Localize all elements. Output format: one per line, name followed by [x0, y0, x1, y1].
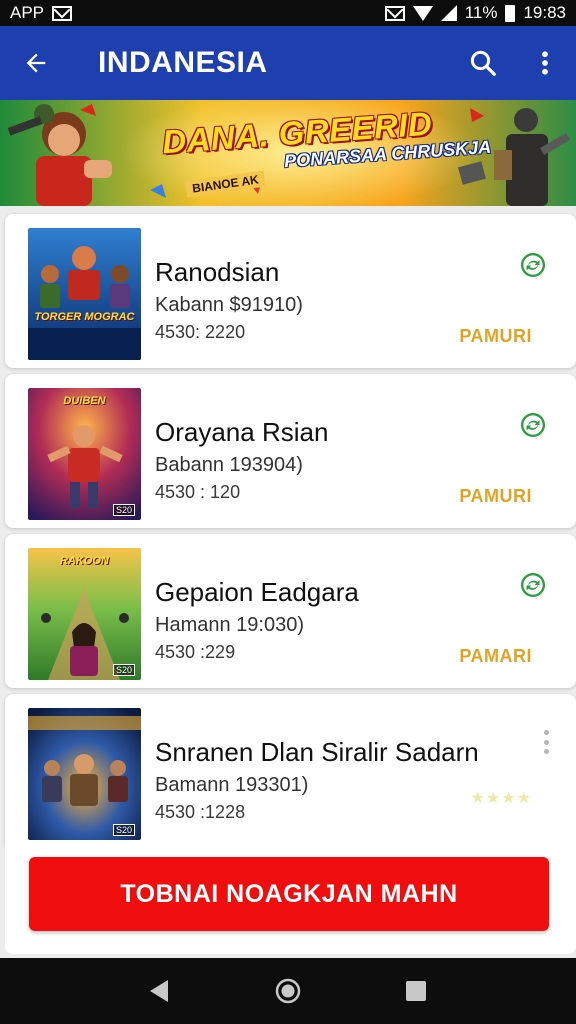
star-rating: ★★★★: [471, 788, 532, 808]
status-time: 19:83: [523, 3, 566, 22]
main-cta-button[interactable]: TOBNAI NOAGKJAN MAHN: [29, 857, 549, 931]
page-title: INDANESIA: [98, 46, 268, 79]
back-button[interactable]: [0, 26, 72, 100]
game-stats: 4530 : 120: [155, 482, 241, 502]
thumbnail-art: [28, 548, 141, 680]
status-bar: APP 11% 19:83: [0, 0, 576, 26]
game-thumbnail: TORGER MOGRAC: [28, 228, 141, 360]
status-carrier: APP: [10, 3, 45, 22]
dot: [543, 749, 549, 754]
dot: [543, 730, 549, 735]
game-title: Orayana Rsian: [155, 417, 329, 447]
game-thumbnail: RAKOON S20: [28, 548, 141, 680]
system-nav-bar: [0, 958, 576, 1024]
play-button[interactable]: PAMURI: [459, 326, 532, 347]
play-button[interactable]: PAMURI: [459, 486, 532, 507]
thumbnail-art: [28, 388, 141, 520]
game-stats: 4530: 2220: [155, 322, 246, 342]
arrow-left-icon: [26, 53, 46, 73]
nav-home-button[interactable]: [256, 966, 320, 1016]
thumbnail-badge: S20: [112, 504, 135, 516]
game-card[interactable]: S20 Snranen Dlan Siralir Sadarn Bamann 1…: [5, 694, 576, 846]
battery-icon: [505, 4, 516, 22]
thumbnail-badge: S20: [112, 664, 135, 676]
nav-back-icon: [150, 980, 168, 1002]
overflow-menu-button[interactable]: [514, 26, 576, 100]
sync-icon[interactable]: [520, 412, 546, 438]
status-right: 11% 19:83: [384, 3, 566, 23]
thumbnail-badge: S20: [112, 824, 135, 836]
star-icon: ★: [516, 790, 532, 807]
wifi-icon: [412, 5, 433, 21]
sync-icon[interactable]: [520, 572, 546, 598]
search-button[interactable]: [452, 26, 514, 100]
thumbnail-art: [28, 228, 141, 360]
game-meta: Babann 193904): [155, 454, 303, 476]
game-card[interactable]: TORGER MOGRAC Ranodsian Kabann $91910) 4…: [5, 214, 576, 368]
thumbnail-caption: DUIBEN: [63, 395, 106, 407]
thumbnail-caption: RAKOON: [60, 555, 109, 567]
search-icon: [470, 50, 496, 76]
game-card[interactable]: DUIBEN S20 Orayana Rsian Babann 193904) …: [5, 374, 576, 528]
game-card[interactable]: RAKOON S20 Gepaion Eadgara Hamann 19:030…: [5, 534, 576, 688]
message-icon: [384, 5, 405, 21]
promo-banner[interactable]: DANA. GREERID PONARSAA CHRUSKJA BIANOE A…: [0, 100, 576, 206]
mail-icon: [52, 5, 73, 21]
game-thumbnail: S20: [28, 708, 141, 840]
nav-back-button[interactable]: [128, 966, 192, 1016]
play-button[interactable]: PAMARI: [459, 646, 532, 667]
game-title: Snranen Dlan Siralir Sadarn: [155, 737, 479, 767]
thumbnail-caption: TORGER MOGRAC: [34, 311, 135, 323]
game-stats: 4530 :229: [155, 642, 236, 662]
sync-icon[interactable]: [520, 252, 546, 278]
battery-percent: 11%: [464, 3, 498, 22]
more-vertical-icon[interactable]: [542, 730, 550, 754]
thumbnail-art: [28, 708, 141, 840]
nav-recents-icon: [406, 981, 426, 1001]
game-title: Ranodsian: [155, 257, 280, 287]
star-icon: ★: [485, 790, 502, 807]
status-left: APP: [10, 3, 73, 23]
star-icon: ★: [470, 790, 486, 807]
dot: [543, 739, 549, 745]
signal-icon: [440, 5, 457, 21]
star-icon: ★: [501, 790, 517, 807]
nav-home-icon: [275, 978, 301, 1004]
app-bar: INDANESIA: [0, 26, 576, 100]
game-meta: Kabann $91910): [155, 294, 303, 316]
nav-recents-button[interactable]: [384, 966, 448, 1016]
game-title: Gepaion Eadgara: [155, 577, 359, 607]
game-stats: 4530 :1228: [155, 802, 246, 822]
game-meta: Bamann 193301): [155, 774, 309, 796]
game-meta: Hamann 19:030): [155, 614, 304, 636]
cta-container: TOBNAI NOAGKJAN MAHN: [5, 846, 576, 954]
game-thumbnail: DUIBEN S20: [28, 388, 141, 520]
more-vertical-icon: [542, 51, 548, 75]
